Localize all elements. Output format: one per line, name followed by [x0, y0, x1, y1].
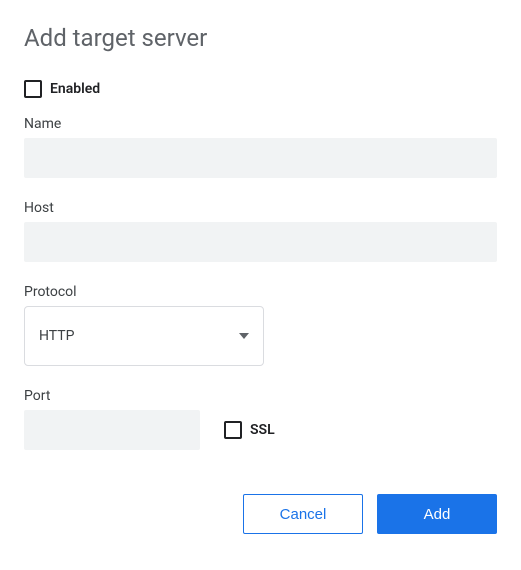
name-field-group: Name: [24, 116, 497, 178]
chevron-down-icon: [239, 333, 249, 339]
protocol-value: HTTP: [39, 328, 74, 344]
cancel-button[interactable]: Cancel: [243, 494, 363, 534]
button-row: Cancel Add: [24, 494, 497, 534]
enabled-checkbox-row[interactable]: Enabled: [24, 80, 497, 98]
ssl-label: SSL: [250, 422, 275, 438]
host-input[interactable]: [24, 222, 497, 262]
port-field-group: Port SSL: [24, 388, 497, 450]
enabled-label: Enabled: [50, 81, 100, 97]
ssl-checkbox-row[interactable]: SSL: [224, 421, 275, 439]
port-label: Port: [24, 388, 497, 404]
protocol-label: Protocol: [24, 284, 497, 300]
add-button[interactable]: Add: [377, 494, 497, 534]
name-input[interactable]: [24, 138, 497, 178]
host-label: Host: [24, 200, 497, 216]
name-label: Name: [24, 116, 497, 132]
protocol-select[interactable]: HTTP: [24, 306, 264, 366]
dialog-title: Add target server: [24, 24, 497, 52]
port-input[interactable]: [24, 410, 200, 450]
host-field-group: Host: [24, 200, 497, 262]
enabled-checkbox[interactable]: [24, 80, 42, 98]
protocol-field-group: Protocol HTTP: [24, 284, 497, 366]
ssl-checkbox[interactable]: [224, 421, 242, 439]
